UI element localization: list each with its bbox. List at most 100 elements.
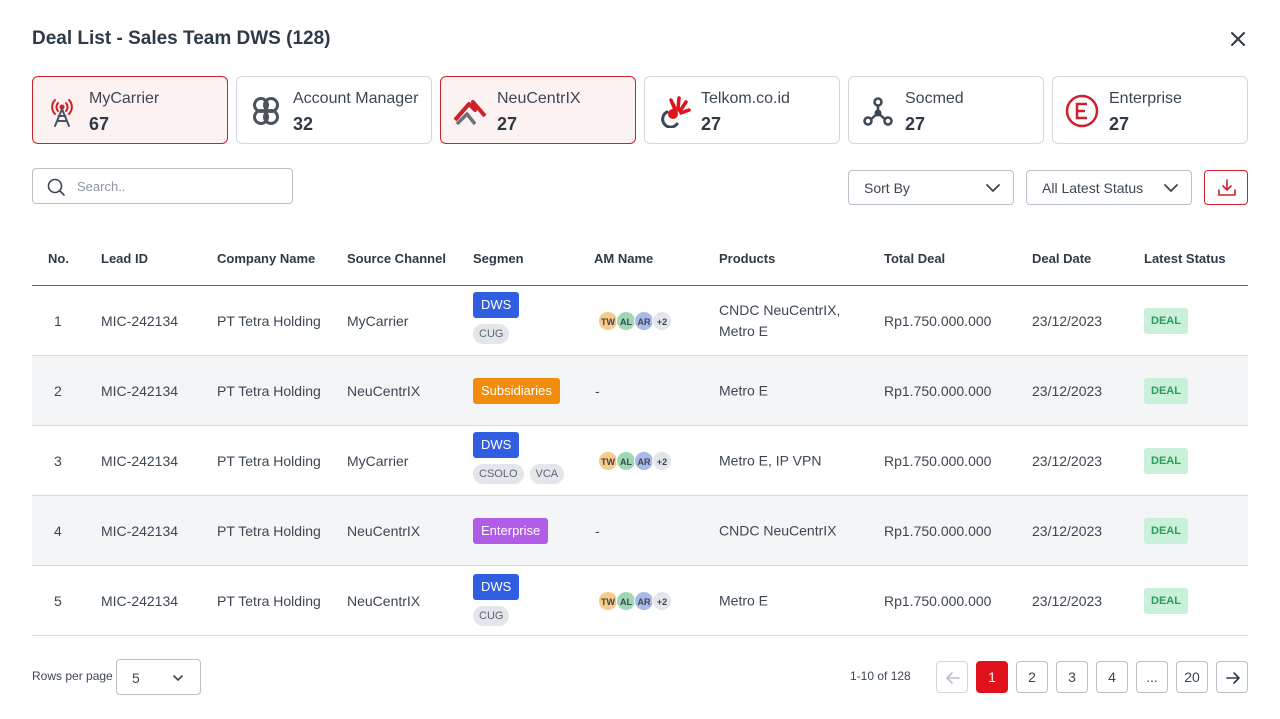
channel-card-telkom[interactable]: Telkom.co.id 27 xyxy=(644,76,840,144)
avatar: AR xyxy=(634,450,654,471)
segment-badge: Enterprise xyxy=(473,518,549,544)
table-row[interactable]: 5 MIC-242134 PT Tetra Holding NeuCentrIX… xyxy=(32,566,1248,636)
channel-card-socmed[interactable]: Socmed 27 xyxy=(848,76,1044,144)
column-header-products[interactable]: Products xyxy=(719,251,775,266)
column-header-source[interactable]: Source Channel xyxy=(347,251,446,266)
account-manager-icon xyxy=(253,97,279,125)
card-count: 27 xyxy=(1109,114,1130,134)
arrow-left-icon xyxy=(946,672,960,684)
am-name-empty: - xyxy=(595,382,600,399)
avatar: AL xyxy=(616,450,636,471)
status-badge: DEAL xyxy=(1144,517,1188,544)
column-header-no[interactable]: No. xyxy=(48,251,69,266)
deal-date: 23/12/2023 xyxy=(1032,312,1103,329)
latest-status-label: All Latest Status xyxy=(1042,180,1144,196)
total-deal: Rp1.750.000.000 xyxy=(884,452,992,469)
company-name: PT Tetra Holding xyxy=(217,382,321,399)
card-label: Telkom.co.id xyxy=(701,90,790,107)
latest-status-dropdown[interactable]: All Latest Status xyxy=(1026,170,1192,205)
channel-card-neucentrix[interactable]: NeuCentrIX 27 xyxy=(440,76,636,144)
rows-per-page-value: 5 xyxy=(132,670,140,686)
avatar-more-count: +2 xyxy=(652,590,672,611)
row-number: 5 xyxy=(54,592,62,609)
column-header-am-name[interactable]: AM Name xyxy=(594,251,653,266)
segment-badge: Subsidiaries xyxy=(473,378,560,404)
cell-tower-icon xyxy=(51,99,73,127)
table-row[interactable]: 2 MIC-242134 PT Tetra Holding NeuCentrIX… xyxy=(32,356,1248,426)
products: CNDC NeuCentrIX, Metro E xyxy=(719,301,841,339)
download-icon xyxy=(1218,179,1236,196)
card-count: 27 xyxy=(701,114,722,134)
segment-cell: DWS CUG xyxy=(473,292,520,344)
am-avatar-group[interactable]: TW AL AR +2 xyxy=(598,450,672,471)
card-label: MyCarrier xyxy=(89,90,160,107)
table-row[interactable]: 4 MIC-242134 PT Tetra Holding NeuCentrIX… xyxy=(32,496,1248,566)
search-input[interactable] xyxy=(77,169,287,203)
sort-by-dropdown[interactable]: Sort By xyxy=(848,170,1014,205)
deal-date: 23/12/2023 xyxy=(1032,522,1103,539)
products: Metro E xyxy=(719,382,769,398)
card-count: 27 xyxy=(497,114,518,134)
column-header-segmen[interactable]: Segmen xyxy=(473,251,524,266)
am-avatar-group[interactable]: TW AL AR +2 xyxy=(598,310,672,331)
close-button[interactable] xyxy=(1228,29,1248,49)
avatar: AR xyxy=(634,590,654,611)
page-button-3[interactable]: 3 xyxy=(1056,661,1088,693)
products: Metro E, IP VPN xyxy=(719,452,822,468)
column-header-company[interactable]: Company Name xyxy=(217,251,315,266)
previous-page-button[interactable] xyxy=(936,661,968,693)
channel-card-mycarrier[interactable]: MyCarrier 67 xyxy=(32,76,228,144)
column-header-deal-date[interactable]: Deal Date xyxy=(1032,251,1091,266)
am-name-empty: - xyxy=(595,522,600,539)
next-page-button[interactable] xyxy=(1216,661,1248,693)
status-badge: DEAL xyxy=(1144,447,1188,474)
deal-date: 23/12/2023 xyxy=(1032,382,1103,399)
channel-card-enterprise[interactable]: Enterprise 27 xyxy=(1052,76,1248,144)
search-box[interactable] xyxy=(32,168,293,204)
page-button-2[interactable]: 2 xyxy=(1016,661,1048,693)
column-header-lead-id[interactable]: Lead ID xyxy=(101,251,148,266)
company-name: PT Tetra Holding xyxy=(217,592,321,609)
segment-cell: Enterprise xyxy=(473,518,549,544)
source-channel: NeuCentrIX xyxy=(347,522,421,539)
segment-badge: DWS xyxy=(473,292,520,318)
table-header: No. Lead ID Company Name Source Channel … xyxy=(32,240,1248,286)
row-number: 2 xyxy=(54,382,62,399)
avatar: AR xyxy=(634,310,654,331)
company-name: PT Tetra Holding xyxy=(217,522,321,539)
table-row[interactable]: 3 MIC-242134 PT Tetra Holding MyCarrier … xyxy=(32,426,1248,496)
page-button-1[interactable]: 1 xyxy=(976,661,1008,693)
avatar-more-count: +2 xyxy=(652,310,672,331)
rows-per-page-select[interactable]: 5 xyxy=(116,659,201,695)
telkom-logo-icon xyxy=(661,96,691,128)
source-channel: MyCarrier xyxy=(347,312,409,329)
avatar: AL xyxy=(616,590,636,611)
column-header-total-deal[interactable]: Total Deal xyxy=(884,251,945,266)
avatar-more-count: +2 xyxy=(652,450,672,471)
total-deal: Rp1.750.000.000 xyxy=(884,312,992,329)
card-count: 32 xyxy=(293,114,314,134)
table-row[interactable]: 1 MIC-242134 PT Tetra Holding MyCarrier … xyxy=(32,286,1248,356)
page-button-20[interactable]: 20 xyxy=(1176,661,1208,693)
avatar: TW xyxy=(598,310,618,331)
products: CNDC NeuCentrIX xyxy=(719,522,837,538)
chevron-down-icon xyxy=(1164,184,1178,192)
chevron-down-icon xyxy=(173,675,183,681)
am-avatar-group[interactable]: TW AL AR +2 xyxy=(598,590,672,611)
pagination-range: 1-10 of 128 xyxy=(850,669,911,683)
total-deal: Rp1.750.000.000 xyxy=(884,522,992,539)
source-channel: MyCarrier xyxy=(347,452,409,469)
column-header-latest-status[interactable]: Latest Status xyxy=(1144,251,1226,266)
page-button-4[interactable]: 4 xyxy=(1096,661,1128,693)
segment-tag: CSOLO xyxy=(473,464,524,484)
status-badge: DEAL xyxy=(1144,587,1188,614)
company-name: PT Tetra Holding xyxy=(217,312,321,329)
lead-id: MIC-242134 xyxy=(101,522,179,539)
channel-card-account-manager[interactable]: Account Manager 32 xyxy=(236,76,432,144)
card-label: Enterprise xyxy=(1109,90,1182,107)
avatar: TW xyxy=(598,590,618,611)
segment-tag: CUG xyxy=(473,606,510,626)
page-ellipsis: ... xyxy=(1136,661,1168,693)
download-button[interactable] xyxy=(1204,170,1248,205)
arrow-right-icon xyxy=(1226,672,1240,684)
